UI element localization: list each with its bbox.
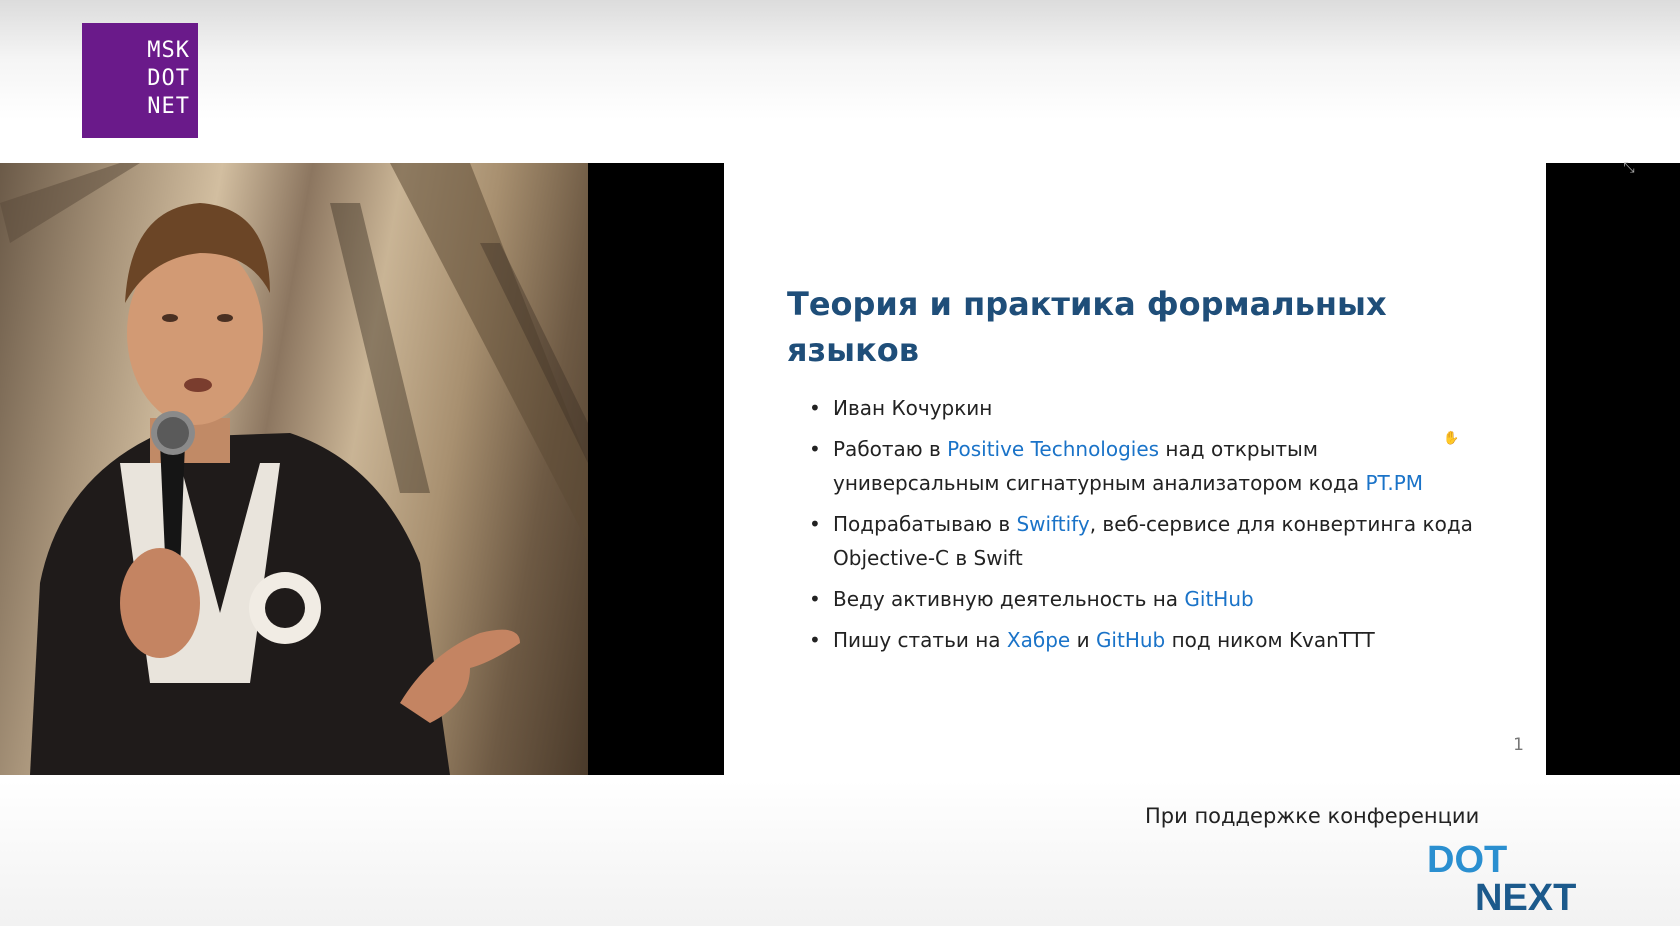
speaker-video — [0, 163, 588, 775]
slide-bullet-text: и — [1070, 628, 1096, 652]
dotnext-logo: DOT NEXT — [1427, 839, 1576, 918]
slide-bullet-text: под ником KvanTTT — [1165, 628, 1375, 652]
slide-link[interactable]: Swiftify — [1016, 512, 1089, 536]
slide-link[interactable]: PT.PM — [1365, 471, 1423, 495]
logo-line-2: DOT — [147, 66, 190, 91]
speaker-illustration — [0, 163, 588, 775]
slide-bullet-text: Пишу статьи на — [833, 628, 1007, 652]
slide-bullet-text: Иван Кочуркин — [833, 396, 993, 420]
slide-link[interactable]: GitHub — [1096, 628, 1165, 652]
slide-link[interactable]: Positive Technologies — [947, 437, 1159, 461]
presentation-slide: Теория и практика формальных языков Иван… — [724, 163, 1546, 775]
dotnext-logo-dot: DOT — [1427, 839, 1507, 881]
slide-bullet-item: Иван Кочуркин — [787, 391, 1477, 425]
slide-link[interactable]: Хабре — [1007, 628, 1070, 652]
compress-icon[interactable]: ⤡ — [1620, 159, 1638, 177]
logo-line-1: MSK — [147, 38, 190, 63]
slide-link[interactable]: GitHub — [1184, 587, 1253, 611]
slide-bullet-text: Веду активную деятельность на — [833, 587, 1185, 611]
slide-bullet-item: Работаю в Positive Technologies над откр… — [787, 432, 1477, 500]
slide-title: Теория и практика формальных языков — [787, 285, 1387, 369]
hand-cursor-icon: ✋ — [1443, 431, 1460, 446]
slide-page-number: 1 — [1513, 735, 1524, 755]
slide-bullet-list: Иван Кочуркин Работаю в Positive Technolo… — [787, 391, 1477, 664]
logo-line-3: NET — [147, 94, 190, 119]
support-caption: При поддержке конференции — [1145, 804, 1480, 828]
msk-dotnet-logo: MSK DOT NET — [82, 23, 198, 138]
slide-bullet-text: Подрабатываю в — [833, 512, 1017, 536]
video-frame: MSK DOT NET Теория и практика формальных… — [0, 0, 1680, 926]
slide-bullet-item: Пишу статьи на Хабре и GitHub под ником … — [787, 623, 1477, 657]
slide-bullet-item: Веду активную деятельность на GitHub — [787, 582, 1477, 616]
slide-bullet-item: Подрабатываю в Swiftify, веб-сервисе для… — [787, 507, 1477, 575]
dotnext-logo-next: NEXT — [1475, 877, 1576, 918]
slide-bullet-text: Работаю в — [833, 437, 948, 461]
